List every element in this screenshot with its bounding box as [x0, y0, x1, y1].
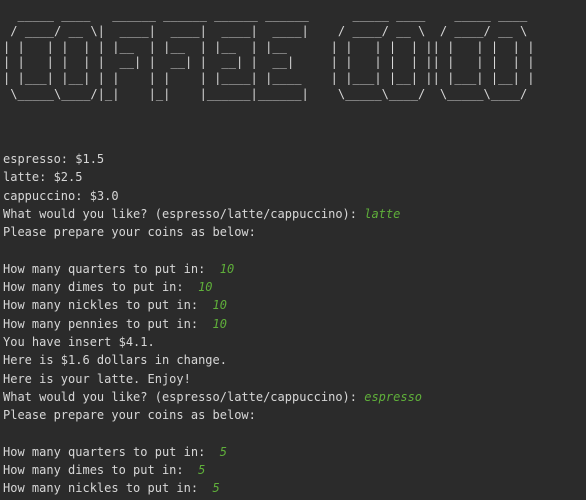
console-line: Here is your latte. Enjoy! — [3, 370, 586, 388]
console-text: How many dimes to put in: — [3, 463, 199, 478]
console-text: How many quarters to put in: — [3, 261, 220, 276]
user-input: 10 — [219, 261, 235, 276]
console-text: You have insert $4.1. — [3, 334, 155, 349]
user-input: 5 — [212, 481, 220, 496]
console-text: What would you like? (espresso/latte/cap… — [3, 389, 365, 404]
console-line: How many dimes to put in: 10 — [3, 278, 586, 296]
console-text: Please prepare your coins as below: — [3, 225, 256, 240]
user-input: latte — [364, 206, 401, 221]
console-text: cappuccino: $3.0 — [3, 188, 119, 203]
console-line: How many nickles to put in: 5 — [3, 479, 586, 497]
console-line: Here is $1.6 dollars in change. — [3, 351, 586, 369]
console-line: What would you like? (espresso/latte/cap… — [3, 388, 586, 406]
console-text: Here is $1.6 dollars in change. — [3, 353, 227, 368]
console-line: What would you like? (espresso/latte/cap… — [3, 205, 586, 223]
console-text: Please prepare your coins as below: — [3, 408, 256, 423]
console-line: latte: $2.5 — [3, 168, 586, 186]
console-line: cappuccino: $3.0 — [3, 187, 586, 205]
console-line: How many quarters to put in: 10 — [3, 260, 586, 278]
console-line: espresso: $1.5 — [3, 150, 586, 168]
console-text: Here is your latte. Enjoy! — [3, 371, 191, 386]
console-text: How many nickles to put in: — [3, 481, 213, 496]
user-input: 10 — [198, 280, 213, 295]
console-text: espresso: $1.5 — [3, 152, 105, 166]
console-text: How many nickles to put in: — [3, 298, 213, 313]
console-line: Please prepare your coins as below: — [3, 223, 586, 241]
console-text: How many quarters to put in: — [3, 444, 220, 459]
console-text: What would you like? (espresso/latte/cap… — [3, 206, 365, 221]
console-log: espresso: $1.5 latte: $2.5 cappuccino: $… — [3, 150, 586, 498]
console-text: How many dimes to put in: — [3, 280, 199, 295]
user-input: 10 — [212, 298, 227, 313]
console-line: You have insert $4.1. — [3, 333, 586, 351]
user-input: 10 — [212, 316, 227, 331]
console-line: How many dimes to put in: 5 — [3, 461, 586, 479]
terminal-output[interactable]: _____ ____ ______ ______ ______ ______ _… — [0, 0, 586, 500]
user-input: 5 — [219, 444, 227, 459]
console-line: How many quarters to put in: 5 — [3, 443, 586, 461]
console-line: Please prepare your coins as below: — [3, 406, 586, 424]
console-line: How many nickles to put in: 10 — [3, 296, 586, 314]
user-input: espresso — [364, 389, 423, 404]
ascii-art-banner: _____ ____ ______ ______ ______ ______ _… — [3, 8, 535, 101]
console-text: latte: $2.5 — [3, 170, 83, 185]
user-input: 5 — [198, 463, 206, 478]
console-line: How many pennies to put in: 10 — [3, 315, 586, 333]
console-text: How many pennies to put in: — [3, 316, 213, 331]
